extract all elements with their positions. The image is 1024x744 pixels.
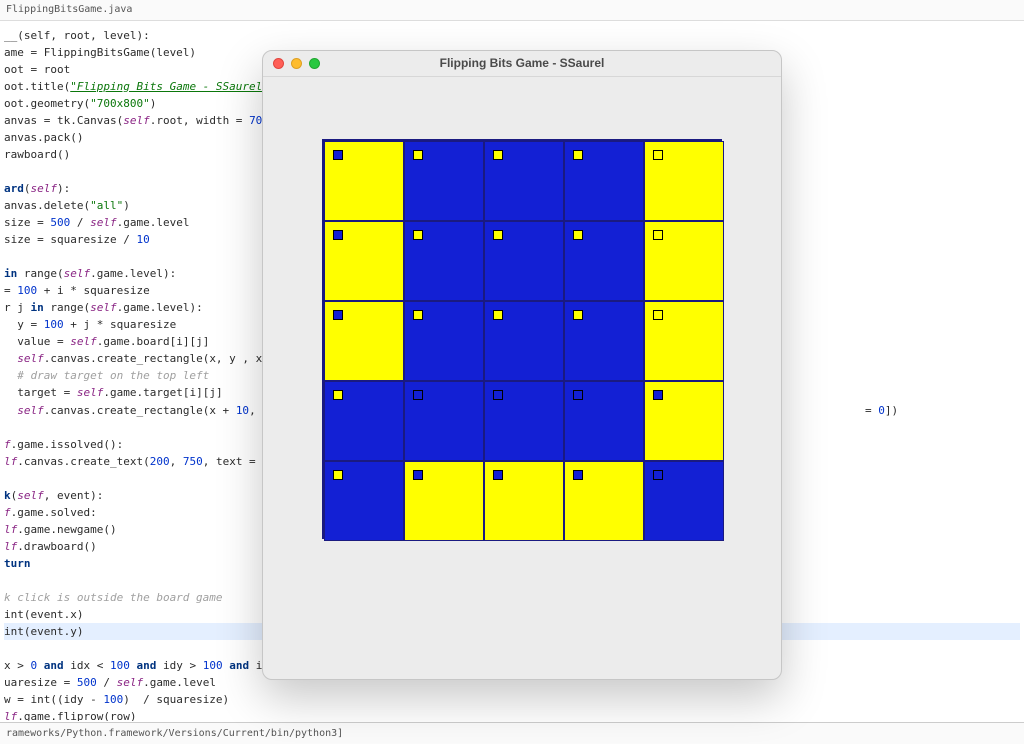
code-line: lf.drawboard() xyxy=(4,540,97,553)
board-cell[interactable] xyxy=(404,221,484,301)
board-cell[interactable] xyxy=(564,221,644,301)
board-cell[interactable] xyxy=(484,461,564,541)
code-line: # draw target on the top left xyxy=(4,369,209,382)
board-cell[interactable] xyxy=(484,381,564,461)
target-indicator xyxy=(493,310,503,320)
game-canvas[interactable] xyxy=(263,77,781,539)
code-line: rawboard() xyxy=(4,148,70,161)
board-cell[interactable] xyxy=(644,141,724,221)
minimize-icon[interactable] xyxy=(291,58,302,69)
code-line: size = 500 / self.game.level xyxy=(4,216,189,229)
board-cell[interactable] xyxy=(484,221,564,301)
code-line: w = int((idy - 100) / squaresize) xyxy=(4,693,229,706)
code-line: k(self, event): xyxy=(4,489,103,502)
window-title: Flipping Bits Game - SSaurel xyxy=(263,54,781,73)
code-line: target = self.game.target[i][j] xyxy=(4,386,223,399)
code-line: lf.game.fliprow(row) xyxy=(4,710,136,720)
board-cell[interactable] xyxy=(324,221,404,301)
board-cell[interactable] xyxy=(484,141,564,221)
target-indicator xyxy=(413,150,423,160)
close-icon[interactable] xyxy=(273,58,284,69)
code-line: oot.geometry("700x800") xyxy=(4,97,156,110)
target-indicator xyxy=(573,230,583,240)
window-controls[interactable] xyxy=(263,58,320,69)
code-line: oot.title("Flipping Bits Game - SSaurel" xyxy=(4,80,269,93)
code-line: anvas = tk.Canvas(self.root, width = 700 xyxy=(4,114,269,127)
code-line: anvas.delete("all") xyxy=(4,199,130,212)
target-indicator xyxy=(573,310,583,320)
target-indicator xyxy=(413,230,423,240)
code-line: int(event.x) xyxy=(4,608,83,621)
code-line: lf.game.newgame() xyxy=(4,523,117,536)
code-line: ard(self): xyxy=(4,182,70,195)
zoom-icon[interactable] xyxy=(309,58,320,69)
board-cell[interactable] xyxy=(404,381,484,461)
code-line: in range(self.game.level): xyxy=(4,267,176,280)
code-line: size = squaresize / 10 xyxy=(4,233,150,246)
target-indicator xyxy=(493,230,503,240)
code-line: y = 100 + j * squaresize xyxy=(4,318,176,331)
target-indicator xyxy=(493,470,503,480)
board-cell[interactable] xyxy=(324,141,404,221)
target-indicator xyxy=(493,150,503,160)
target-indicator xyxy=(333,310,343,320)
target-indicator xyxy=(333,390,343,400)
target-indicator xyxy=(653,470,663,480)
board-cell[interactable] xyxy=(324,461,404,541)
code-line: __(self, root, level): xyxy=(4,29,150,42)
code-line: turn xyxy=(4,557,31,570)
board-cell[interactable] xyxy=(644,461,724,541)
board-cell[interactable] xyxy=(404,141,484,221)
code-line: oot = root xyxy=(4,63,70,76)
title-bar[interactable]: Flipping Bits Game - SSaurel xyxy=(263,51,781,77)
code-line: = 100 + i * squaresize xyxy=(4,284,150,297)
target-indicator xyxy=(653,150,663,160)
code-line: lf.canvas.create_text(200, 750, text = " xyxy=(4,455,269,468)
code-line: anvas.pack() xyxy=(4,131,83,144)
code-line: value = self.game.board[i][j] xyxy=(4,335,209,348)
target-indicator xyxy=(413,390,423,400)
board-cell[interactable] xyxy=(404,461,484,541)
target-indicator xyxy=(493,390,503,400)
target-indicator xyxy=(653,310,663,320)
board-cell[interactable] xyxy=(564,381,644,461)
target-indicator xyxy=(333,150,343,160)
board-cell[interactable] xyxy=(644,301,724,381)
target-indicator xyxy=(573,470,583,480)
board-cell[interactable] xyxy=(564,301,644,381)
board-cell[interactable] xyxy=(564,141,644,221)
code-line: f.game.issolved(): xyxy=(4,438,123,451)
target-indicator xyxy=(573,390,583,400)
target-indicator xyxy=(653,390,663,400)
target-indicator xyxy=(333,470,343,480)
game-window[interactable]: Flipping Bits Game - SSaurel xyxy=(262,50,782,680)
target-indicator xyxy=(573,150,583,160)
code-line: f.game.solved: xyxy=(4,506,97,519)
game-board[interactable] xyxy=(322,139,722,539)
target-indicator xyxy=(653,230,663,240)
code-line: ame = FlippingBitsGame(level) xyxy=(4,46,196,59)
code-line: k click is outside the board game xyxy=(4,591,223,604)
code-line: self.canvas.create_rectangle(x, y , x xyxy=(4,352,269,365)
board-cell[interactable] xyxy=(484,301,564,381)
board-cell[interactable] xyxy=(404,301,484,381)
target-indicator xyxy=(413,470,423,480)
target-indicator xyxy=(413,310,423,320)
board-cell[interactable] xyxy=(644,381,724,461)
editor-tab[interactable]: FlippingBitsGame.java xyxy=(0,0,1024,21)
board-cell[interactable] xyxy=(564,461,644,541)
board-cell[interactable] xyxy=(644,221,724,301)
board-cell[interactable] xyxy=(324,381,404,461)
board-cell[interactable] xyxy=(324,301,404,381)
code-line: r j in range(self.game.level): xyxy=(4,301,203,314)
status-bar: rameworks/Python.framework/Versions/Curr… xyxy=(0,722,1024,744)
code-line: x > 0 and idx < 100 and idy > 100 and id xyxy=(4,659,269,672)
code-line: uaresize = 500 / self.game.level xyxy=(4,676,216,689)
target-indicator xyxy=(333,230,343,240)
